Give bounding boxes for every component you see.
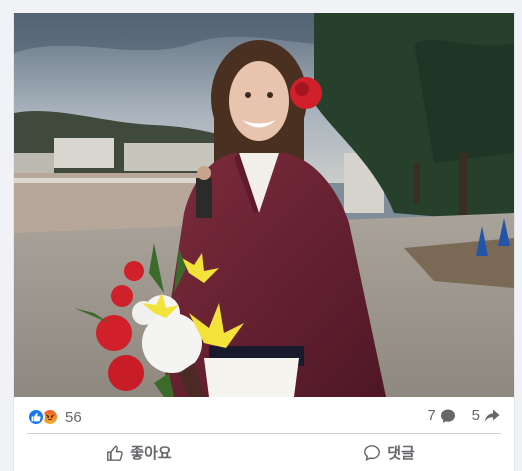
reaction-summary[interactable]: 56	[27, 407, 82, 427]
comment-button[interactable]: 댓글	[264, 434, 514, 471]
post-stats: 56 7 5	[14, 397, 514, 433]
post-photo[interactable]	[14, 13, 514, 397]
comment-bubble-icon	[440, 409, 455, 423]
post-actions: 좋아요 댓글	[14, 434, 514, 471]
engagement-counts: 7 5	[411, 407, 500, 424]
thumbs-up-icon	[107, 445, 124, 461]
like-button-label: 좋아요	[130, 445, 172, 462]
like-button[interactable]: 좋아요	[14, 434, 264, 471]
share-count-link[interactable]: 5	[472, 407, 500, 424]
reaction-count: 56	[65, 408, 82, 426]
post-card: 56 7 5 좋아요 댓글	[13, 13, 515, 471]
share-arrow-icon	[484, 409, 500, 422]
like-icon	[27, 408, 45, 426]
comment-icon	[364, 444, 381, 461]
share-count: 5	[471, 407, 480, 424]
comment-button-label: 댓글	[387, 445, 415, 462]
comment-count: 7	[427, 407, 436, 424]
comment-count-link[interactable]: 7	[427, 407, 455, 424]
